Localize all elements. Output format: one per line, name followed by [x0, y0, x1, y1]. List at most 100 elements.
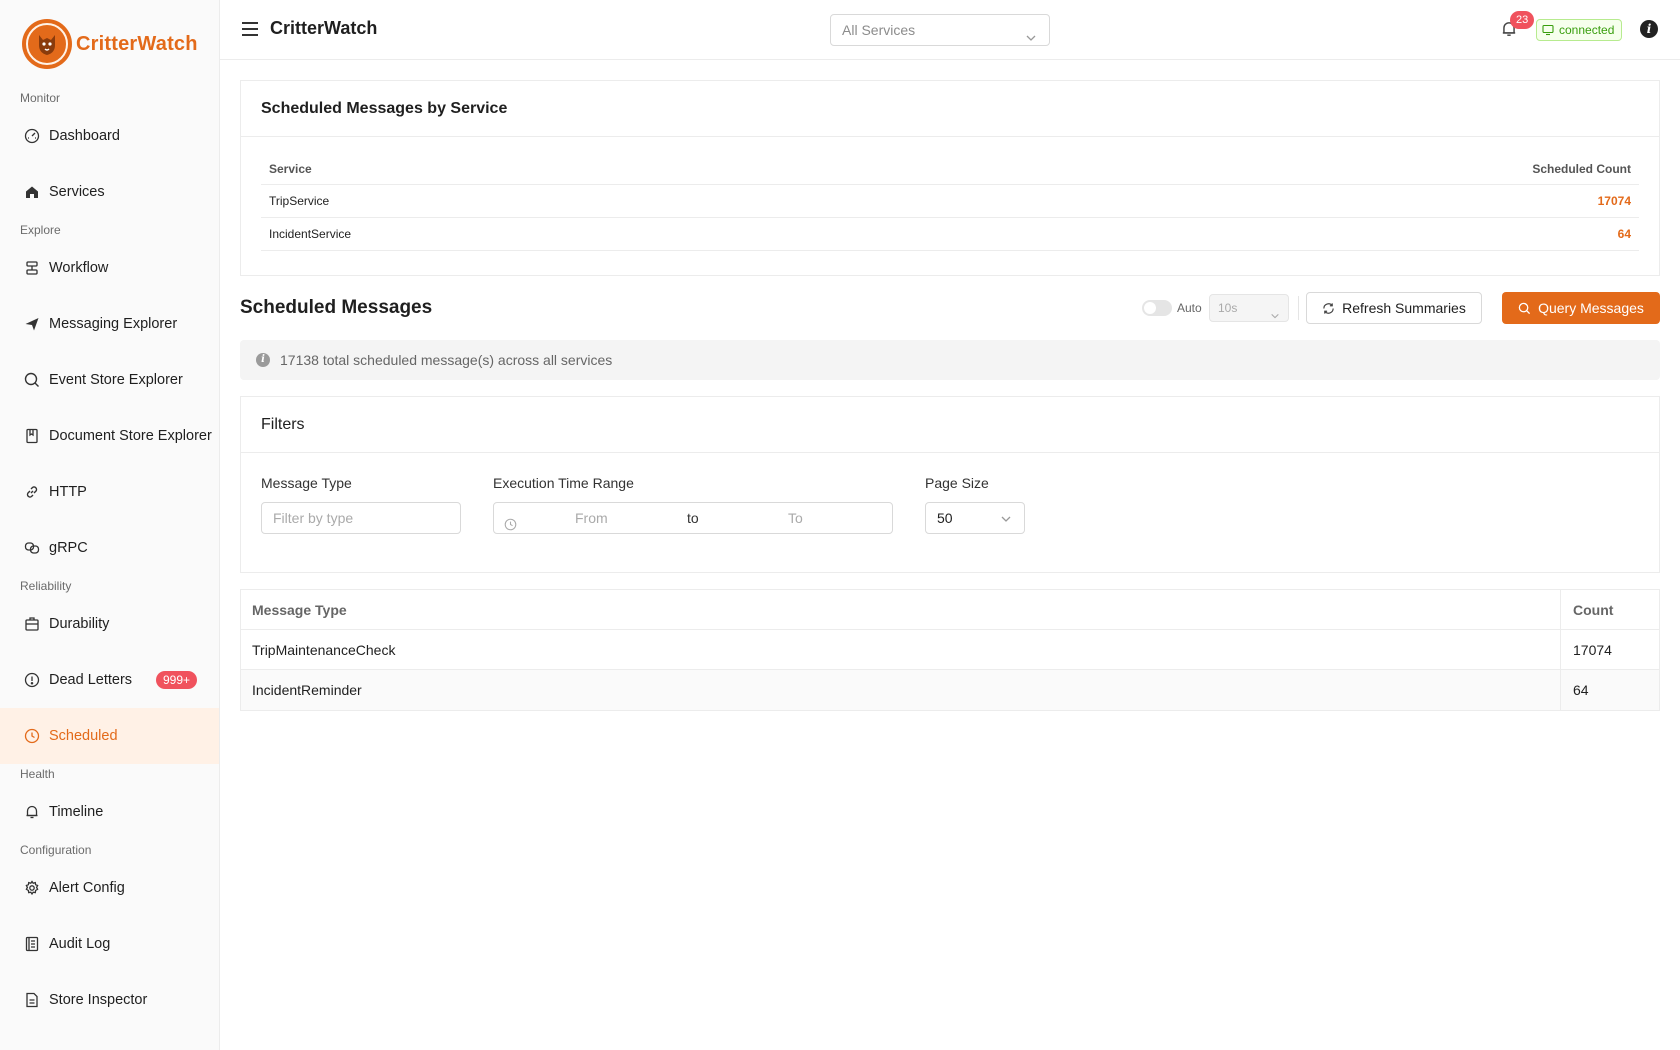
monitor-icon [1542, 24, 1554, 36]
summary-card-title: Scheduled Messages by Service [241, 81, 1659, 137]
auto-refresh-toggle[interactable] [1142, 300, 1172, 316]
from-date-input[interactable]: From [575, 503, 608, 533]
section-monitor: Monitor [20, 91, 61, 105]
sidebar-item-http[interactable]: HTTP [0, 464, 219, 520]
message-type-input[interactable]: Filter by type [261, 502, 461, 534]
message-type-cell: TripMaintenanceCheck [241, 630, 1561, 669]
logo[interactable]: CritterWatch [0, 0, 219, 88]
menu-toggle-icon[interactable] [242, 22, 258, 36]
refresh-summaries-label: Refresh Summaries [1342, 300, 1466, 316]
notification-count-badge: 23 [1510, 11, 1535, 29]
message-type-cell: IncidentReminder [241, 670, 1561, 710]
chevron-down-icon [1000, 505, 1012, 535]
sidebar-item-workflow[interactable]: Workflow [0, 240, 219, 296]
column-header-count[interactable]: Count [1561, 590, 1659, 629]
auto-refresh-label: Auto [1177, 301, 1202, 315]
table-header-row: Service Scheduled Count [261, 153, 1639, 185]
sidebar-item-label: HTTP [49, 484, 87, 500]
logo-text: CritterWatch [76, 32, 198, 55]
summary-card: Scheduled Messages by Service Service Sc… [240, 80, 1660, 276]
table-row[interactable]: IncidentReminder 64 [241, 670, 1659, 710]
time-range-picker[interactable]: From to To [493, 502, 893, 534]
info-icon[interactable]: i [1640, 20, 1658, 38]
count-cell: 64 [1573, 682, 1589, 698]
info-circle-icon: i [256, 353, 270, 367]
sidebar-item-alert-config[interactable]: Alert Config [0, 860, 219, 916]
chevron-down-icon [1270, 304, 1280, 330]
home-icon [24, 184, 40, 200]
service-select[interactable]: All Services [830, 14, 1050, 46]
section-configuration: Configuration [20, 843, 92, 857]
messages-table: Message Type Count TripMaintenanceCheck … [240, 589, 1660, 711]
sidebar-item-label: Event Store Explorer [49, 372, 183, 388]
query-messages-label: Query Messages [1538, 300, 1644, 316]
sidebar-item-event-store-explorer[interactable]: Event Store Explorer [0, 352, 219, 408]
sidebar-item-label: Dead Letters [49, 672, 133, 688]
sidebar: CritterWatch Monitor Dashboard Services … [0, 0, 220, 1050]
sidebar-item-store-inspector[interactable]: Store Inspector [0, 972, 219, 1028]
send-icon [24, 316, 40, 332]
message-type-label: Message Type [261, 475, 352, 491]
refresh-summaries-button[interactable]: Refresh Summaries [1306, 292, 1482, 324]
chevron-down-icon [1025, 24, 1037, 54]
sidebar-item-label: Workflow [49, 260, 109, 276]
link-icon [24, 484, 40, 500]
page-size-select[interactable]: 50 [925, 502, 1025, 534]
sidebar-item-label: Messaging Explorer [49, 316, 178, 332]
sidebar-item-timeline[interactable]: Timeline [0, 784, 219, 840]
section-health: Health [20, 767, 55, 781]
table-row: IncidentService 64 [261, 218, 1639, 251]
file-icon [24, 992, 40, 1008]
sidebar-item-document-store-explorer[interactable]: Document Store Explorer [0, 408, 219, 464]
clock-icon [504, 511, 517, 541]
query-messages-button[interactable]: Query Messages [1502, 292, 1660, 324]
sidebar-item-dashboard[interactable]: Dashboard [0, 108, 219, 164]
total-info-text: 17138 total scheduled message(s) across … [280, 352, 613, 368]
table-header-row: Message Type Count [241, 590, 1659, 630]
count-cell: 17074 [1573, 641, 1612, 658]
sidebar-item-label: Services [49, 184, 105, 200]
column-header-service: Service [269, 161, 312, 176]
scheduled-count: 17074 [1597, 194, 1631, 208]
page-size-label: Page Size [925, 475, 989, 491]
service-name: TripService [269, 194, 330, 208]
critter-logo-icon [22, 19, 72, 69]
table-row[interactable]: TripMaintenanceCheck 17074 [241, 630, 1659, 670]
top-header: CritterWatch All Services 23 connected i [220, 0, 1680, 60]
sidebar-item-label: gRPC [49, 540, 88, 556]
clock-icon [24, 728, 40, 744]
sidebar-item-label: Timeline [49, 804, 104, 820]
to-date-input[interactable]: To [788, 503, 803, 533]
section-explore: Explore [20, 223, 61, 237]
section-title: Scheduled Messages [240, 297, 433, 318]
sidebar-item-durability[interactable]: Durability [0, 596, 219, 652]
dead-letters-badge: 999+ [156, 671, 198, 689]
grpc-icon [24, 540, 40, 556]
sidebar-item-dead-letters[interactable]: Dead Letters 999+ [0, 652, 219, 708]
connection-status-text: connected [1559, 23, 1615, 37]
filters-title: Filters [241, 397, 1659, 453]
message-type-placeholder: Filter by type [273, 510, 354, 526]
search-icon [1518, 302, 1531, 314]
sidebar-item-audit-log[interactable]: Audit Log [0, 916, 219, 972]
sidebar-item-label: Alert Config [49, 880, 125, 896]
column-header-message-type[interactable]: Message Type [241, 590, 1561, 629]
sidebar-item-messaging-explorer[interactable]: Messaging Explorer [0, 296, 219, 352]
sidebar-item-grpc[interactable]: gRPC [0, 520, 219, 576]
search-icon [24, 372, 40, 388]
service-name: IncidentService [269, 227, 352, 241]
workflow-icon [24, 260, 40, 276]
sidebar-item-scheduled[interactable]: Scheduled [0, 708, 219, 764]
refresh-interval-select[interactable]: 10s [1209, 294, 1289, 322]
dashboard-icon [24, 128, 40, 144]
summary-table: Service Scheduled Count TripService 1707… [261, 153, 1639, 251]
column-header-scheduled-count: Scheduled Count [1532, 161, 1631, 176]
page-title: CritterWatch [270, 18, 378, 38]
sidebar-item-services[interactable]: Services [0, 164, 219, 220]
total-info-alert: i 17138 total scheduled message(s) acros… [240, 340, 1660, 380]
book-icon [24, 428, 40, 444]
connection-status-tag: connected [1536, 19, 1623, 41]
log-icon [24, 936, 40, 952]
briefcase-icon [24, 616, 40, 632]
refresh-icon [1323, 302, 1334, 314]
